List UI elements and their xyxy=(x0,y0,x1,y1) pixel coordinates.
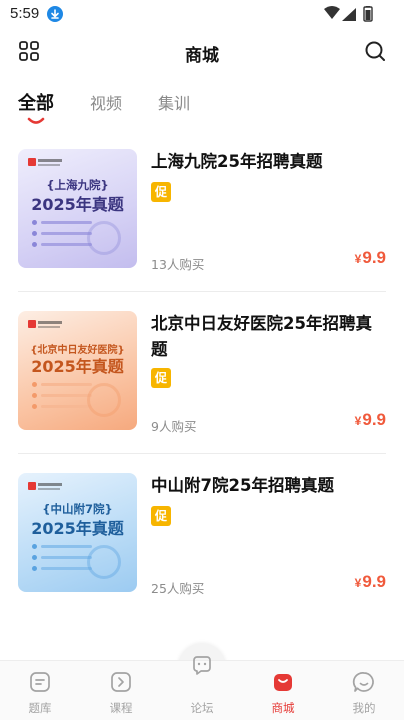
download-notification-icon xyxy=(47,6,63,22)
app-header: 商城 xyxy=(0,28,404,76)
hospital-seal-icon xyxy=(87,221,121,255)
product-price: ¥9.9 xyxy=(355,410,386,430)
thumb-year-label: 2025年真题 xyxy=(31,519,124,538)
buyer-count: 9人购买 xyxy=(151,419,197,434)
active-tab-indicator xyxy=(27,117,45,124)
buyer-count: 25人购买 xyxy=(151,581,205,596)
course-play-icon xyxy=(109,670,133,694)
product-price: ¥9.9 xyxy=(355,248,386,268)
profile-smile-icon xyxy=(352,670,376,694)
product-thumbnail: {北京中日友好医院} 2025年真题 xyxy=(18,311,137,430)
currency-symbol: ¥ xyxy=(354,576,362,590)
brand-logo xyxy=(28,158,64,166)
question-bank-icon xyxy=(28,670,52,694)
thumb-decoration xyxy=(32,219,92,252)
product-card[interactable]: {上海九院} 2025年真题 上海九院25年招聘真题 促 13人购买 ¥9.9 xyxy=(18,130,386,292)
product-title[interactable]: 中山附7院25年招聘真题 xyxy=(151,473,383,499)
product-card[interactable]: {北京中日友好医院} 2025年真题 北京中日友好医院25年招聘真题 促 9人购… xyxy=(18,292,386,454)
promo-badge: 促 xyxy=(151,368,171,388)
tab-all[interactable]: 全部 xyxy=(18,89,54,115)
brand-logo xyxy=(28,482,64,490)
nav-label: 课程 xyxy=(109,701,133,715)
currency-symbol: ¥ xyxy=(354,414,362,428)
promo-badge: 促 xyxy=(151,182,171,202)
forum-chat-icon xyxy=(190,654,214,678)
nav-item-course[interactable]: 课程 xyxy=(81,661,161,720)
product-title[interactable]: 上海九院25年招聘真题 xyxy=(151,149,383,175)
product-thumbnail: {上海九院} 2025年真题 xyxy=(18,149,137,268)
currency-symbol: ¥ xyxy=(354,252,362,266)
thumb-year-label: 2025年真题 xyxy=(31,357,124,376)
buyer-count: 13人购买 xyxy=(151,257,205,272)
nav-label: 题库 xyxy=(28,701,52,715)
product-title[interactable]: 北京中日友好医院25年招聘真题 xyxy=(151,311,383,363)
price-value: 9.9 xyxy=(362,572,386,591)
price-value: 9.9 xyxy=(362,410,386,429)
nav-label: 商城 xyxy=(271,701,295,715)
signal-battery-icons xyxy=(324,6,373,22)
product-card[interactable]: {中山附7院} 2025年真题 中山附7院25年招聘真题 促 25人购买 ¥9.… xyxy=(18,454,386,616)
nav-label: 我的 xyxy=(352,701,376,715)
hospital-seal-icon xyxy=(87,383,121,417)
category-tabs: 全部 视频 集训 xyxy=(0,82,404,126)
search-icon[interactable] xyxy=(364,40,386,62)
nav-label: 论坛 xyxy=(190,701,214,715)
brand-logo xyxy=(28,320,64,328)
tab-video[interactable]: 视频 xyxy=(90,90,122,114)
shop-bag-icon xyxy=(271,670,295,694)
promo-badge: 促 xyxy=(151,506,171,526)
nav-item-profile[interactable]: 我的 xyxy=(324,661,404,720)
thumb-decoration xyxy=(32,381,92,414)
status-bar: 5:59 xyxy=(0,0,404,28)
thumb-decoration xyxy=(32,543,92,576)
page-title: 商城 xyxy=(185,46,219,66)
product-list: {上海九院} 2025年真题 上海九院25年招聘真题 促 13人购买 ¥9.9 … xyxy=(18,130,386,616)
tab-training[interactable]: 集训 xyxy=(158,90,190,114)
thumb-year-label: 2025年真题 xyxy=(31,195,124,214)
nav-item-forum[interactable]: 论坛 xyxy=(162,656,242,720)
status-time: 5:59 xyxy=(10,5,40,22)
bottom-navigation: 题库 课程 论坛 商城 我的 xyxy=(0,656,404,720)
product-price: ¥9.9 xyxy=(355,572,386,592)
nav-item-question-bank[interactable]: 题库 xyxy=(0,661,80,720)
nav-item-shop[interactable]: 商城 xyxy=(243,661,323,720)
price-value: 9.9 xyxy=(362,248,386,267)
hospital-seal-icon xyxy=(87,545,121,579)
product-thumbnail: {中山附7院} 2025年真题 xyxy=(18,473,137,592)
